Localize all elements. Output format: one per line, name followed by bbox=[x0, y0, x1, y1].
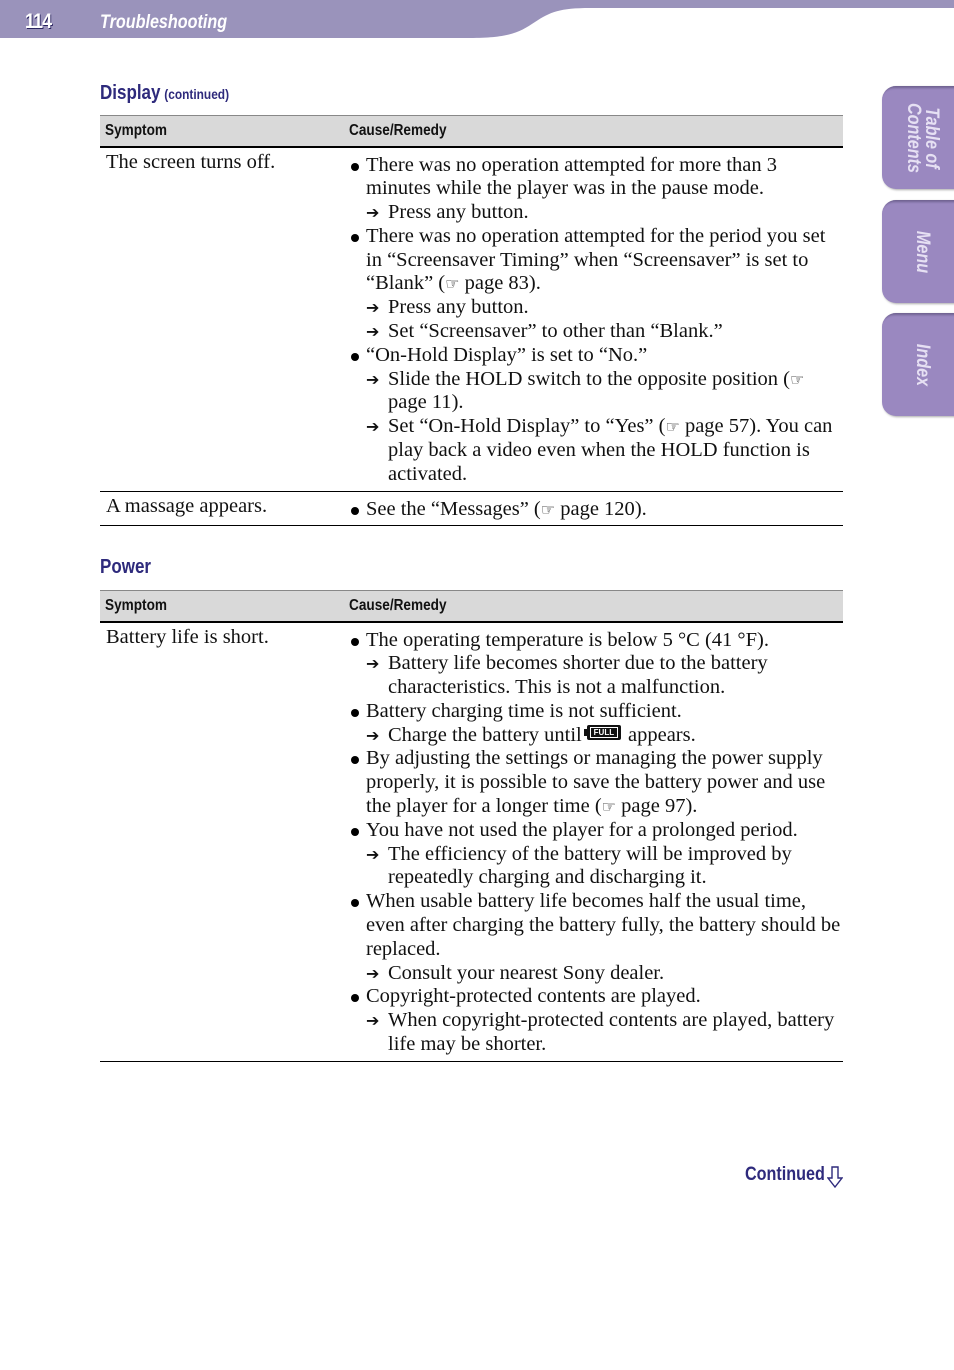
arrow-right-icon: ➔ bbox=[366, 654, 380, 674]
remedy-item: ➔ Charge the battery until FULL appears. bbox=[366, 723, 696, 746]
page-header: 114 Troubleshooting bbox=[0, 0, 954, 40]
tab-menu[interactable]: Menu bbox=[882, 200, 954, 303]
remedy-item: ➔ Slide the HOLD switch to the opposite p… bbox=[366, 367, 805, 414]
tab-table-of-contents[interactable]: Table of Contents bbox=[882, 86, 954, 189]
cause-item: “On-Hold Display” is set to “No.” bbox=[350, 344, 843, 368]
remedy-item: ➔ Set “On-Hold Display” to “Yes” (☞ page … bbox=[366, 415, 833, 485]
cause-remedy-cell: See the “Messages” (☞ page 120). bbox=[343, 491, 843, 527]
column-header-cause-remedy: Cause/Remedy bbox=[343, 590, 843, 623]
arrow-down-icon bbox=[827, 1166, 843, 1188]
symptom-cell: The screen turns off. bbox=[100, 146, 343, 492]
display-table: Symptom Cause/Remedy The screen turns of… bbox=[100, 115, 843, 527]
power-table: Symptom Cause/Remedy Battery life is sho… bbox=[100, 590, 843, 1062]
remedy-item: ➔ Press any button. bbox=[366, 201, 529, 224]
remedy-item: ➔ Press any button. bbox=[366, 296, 529, 319]
cause-item: You have not used the player for a prolo… bbox=[350, 819, 843, 843]
cause-item: When usable battery life becomes half th… bbox=[350, 890, 843, 961]
page-reference-link[interactable]: page 120 bbox=[560, 498, 635, 520]
cause-item: Battery charging time is not sufficient. bbox=[350, 700, 843, 724]
symptom-cell: A massage appears. bbox=[100, 491, 343, 527]
heading-title: Display bbox=[100, 82, 161, 104]
remedy-item: ➔ The efficiency of the battery will be i… bbox=[366, 842, 792, 889]
table-row: Battery life is short. The operating tem… bbox=[100, 621, 843, 1062]
table-header-row: Symptom Cause/Remedy bbox=[100, 590, 843, 623]
arrow-right-icon: ➔ bbox=[366, 725, 380, 745]
page-reference-link[interactable]: page 11 bbox=[388, 391, 452, 413]
power-heading: Power bbox=[100, 556, 151, 579]
column-header-cause-remedy: Cause/Remedy bbox=[343, 115, 843, 148]
page-reference-link[interactable]: page 57 bbox=[685, 415, 749, 437]
remedy-item: ➔ When copyright-protected contents are p… bbox=[366, 1009, 835, 1056]
column-header-symptom: Symptom bbox=[100, 115, 343, 148]
cause-item: The operating temperature is below 5 °C … bbox=[350, 629, 843, 653]
cause-item: Copyright-protected contents are played. bbox=[350, 985, 843, 1009]
table-row: A massage appears. See the “Messages” (☞… bbox=[100, 491, 843, 527]
tab-label: Index bbox=[912, 343, 933, 386]
cause-remedy-cell: The operating temperature is below 5 °C … bbox=[343, 621, 843, 1062]
continued-label: Continued bbox=[745, 1164, 825, 1185]
arrow-right-icon: ➔ bbox=[366, 844, 380, 864]
arrow-right-icon: ➔ bbox=[366, 322, 380, 342]
column-header-symptom: Symptom bbox=[100, 590, 343, 623]
page-reference-icon: ☞ bbox=[665, 417, 680, 437]
tab-index[interactable]: Index bbox=[882, 313, 954, 416]
heading-subtitle: (continued) bbox=[164, 86, 230, 102]
table-header-row: Symptom Cause/Remedy bbox=[100, 115, 843, 148]
arrow-right-icon: ➔ bbox=[366, 298, 380, 318]
page-number: 114 bbox=[25, 10, 52, 33]
page-reference-icon: ☞ bbox=[445, 274, 460, 294]
arrow-right-icon: ➔ bbox=[366, 203, 380, 223]
display-heading: Display (continued) bbox=[100, 82, 229, 105]
table-row: The screen turns off. There was no opera… bbox=[100, 146, 843, 492]
battery-full-icon: FULL bbox=[583, 724, 621, 740]
remedy-item: ➔ Set “Screensaver” to other than “Blank.… bbox=[366, 320, 723, 343]
tab-label: Menu bbox=[912, 230, 933, 273]
tab-label: Table of Contents bbox=[903, 102, 942, 173]
page-reference-link[interactable]: page 83 bbox=[465, 272, 529, 294]
remedy-item: ➔ Consult your nearest Sony dealer. bbox=[366, 961, 665, 984]
cause-item: See the “Messages” (☞ page 120). bbox=[350, 498, 843, 522]
cause-item: By adjusting the settings or managing th… bbox=[350, 747, 843, 818]
cause-remedy-cell: There was no operation attempted for mor… bbox=[343, 146, 843, 492]
heading-title: Power bbox=[100, 556, 152, 578]
cause-item: There was no operation attempted for the… bbox=[350, 225, 843, 296]
arrow-right-icon: ➔ bbox=[366, 417, 380, 437]
arrow-right-icon: ➔ bbox=[366, 963, 380, 983]
page-reference-icon: ☞ bbox=[540, 499, 556, 519]
arrow-right-icon: ➔ bbox=[366, 1011, 380, 1031]
page-reference-link[interactable]: page 97 bbox=[621, 795, 685, 817]
remedy-item: ➔ Battery life becomes shorter due to the… bbox=[366, 652, 768, 699]
arrow-right-icon: ➔ bbox=[366, 369, 380, 389]
section-title: Troubleshooting bbox=[100, 12, 228, 33]
continued-link[interactable]: Continued bbox=[745, 1164, 843, 1188]
cause-item: There was no operation attempted for mor… bbox=[350, 154, 843, 202]
page-reference-icon: ☞ bbox=[601, 797, 616, 817]
page-reference-icon: ☞ bbox=[790, 369, 805, 389]
symptom-cell: Battery life is short. bbox=[100, 621, 343, 1062]
